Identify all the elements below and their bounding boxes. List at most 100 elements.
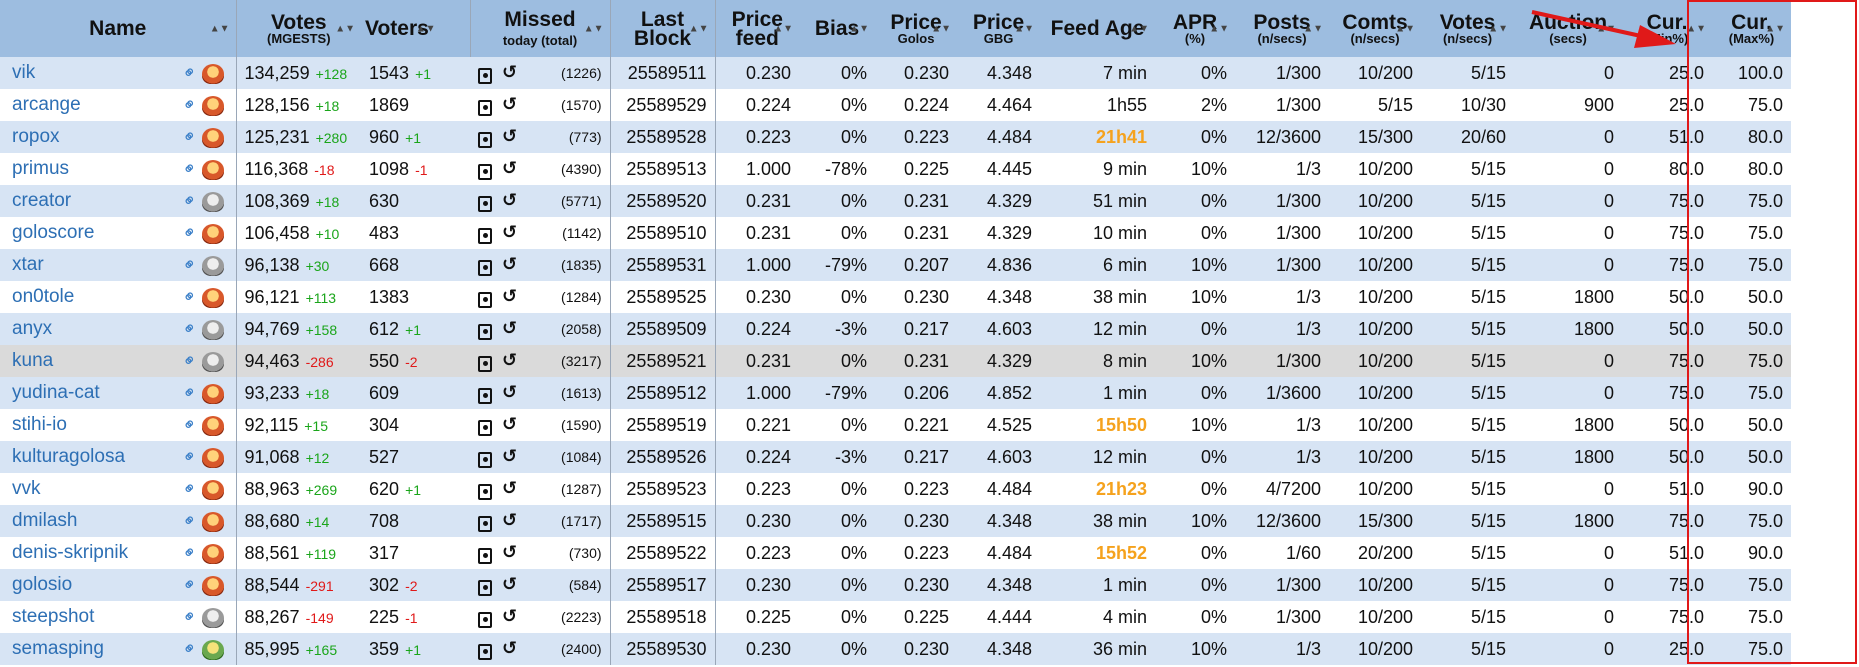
history-icon[interactable]: ↺	[502, 382, 517, 403]
history-icon[interactable]: ↺	[502, 350, 517, 371]
witness-name-link[interactable]: dmilash	[0, 505, 171, 537]
col-name[interactable]: Name ▲▼	[0, 0, 236, 57]
col-posts[interactable]: Posts (n/secs) ▲▼	[1235, 0, 1329, 57]
history-icon[interactable]: ↺	[502, 286, 517, 307]
link-icon[interactable]: ⚭	[178, 349, 202, 373]
sort-icon[interactable]: ▲▼	[1686, 24, 1706, 34]
link-icon[interactable]: ⚭	[178, 445, 202, 469]
witness-name-link[interactable]: xtar	[0, 249, 171, 281]
sort-icon[interactable]: ▲▼	[416, 24, 436, 34]
witness-name-link[interactable]: stihi-io	[0, 409, 171, 441]
col-feed-age[interactable]: Feed Age ▲▼	[1040, 0, 1155, 57]
col-voters[interactable]: Voters ▲▼	[361, 0, 470, 57]
col-last-block[interactable]: Last Block ▲▼	[609, 0, 716, 57]
voters-list-icon[interactable]	[478, 68, 493, 84]
sort-icon[interactable]: ▲▼	[210, 24, 230, 34]
col-votes[interactable]: Votes (MGESTS) ▲▼	[235, 0, 362, 57]
sort-icon[interactable]: ▲▼	[1596, 24, 1616, 34]
sort-icon[interactable]: ▲▼	[335, 24, 355, 34]
witness-name-link[interactable]: on0tole	[0, 281, 171, 313]
history-icon[interactable]: ↺	[502, 574, 517, 595]
col-comts[interactable]: Comts (n/secs) ▲▼	[1329, 0, 1421, 57]
sort-icon[interactable]: ▲▼	[1395, 24, 1415, 34]
col-bias[interactable]: Bias ▲▼	[799, 0, 875, 57]
sort-icon[interactable]: ▲▼	[773, 24, 793, 34]
history-icon[interactable]: ↺	[502, 62, 517, 83]
sort-icon[interactable]: ▲▼	[1303, 24, 1323, 34]
link-icon[interactable]: ⚭	[178, 541, 202, 565]
witness-name-link[interactable]: arcange	[0, 89, 171, 121]
witness-name-link[interactable]: yudina-cat	[0, 377, 171, 409]
history-icon[interactable]: ↺	[502, 318, 517, 339]
voters-list-icon[interactable]	[478, 484, 493, 500]
voters-list-icon[interactable]	[478, 132, 493, 148]
voters-list-icon[interactable]	[478, 516, 493, 532]
voters-list-icon[interactable]	[478, 452, 493, 468]
voters-list-icon[interactable]	[478, 228, 493, 244]
history-icon[interactable]: ↺	[502, 94, 517, 115]
link-icon[interactable]: ⚭	[178, 381, 202, 405]
witness-name-link[interactable]: kuna	[0, 345, 171, 377]
sort-icon[interactable]: ▲▼	[1765, 24, 1785, 34]
voters-list-icon[interactable]	[478, 100, 493, 116]
history-icon[interactable]: ↺	[502, 446, 517, 467]
col-cur-min[interactable]: Cur. (Min%) ▲▼	[1622, 0, 1712, 57]
link-icon[interactable]: ⚭	[178, 413, 202, 437]
sort-icon[interactable]: ▲▼	[1129, 24, 1149, 34]
witness-name-link[interactable]: primus	[0, 153, 171, 185]
history-icon[interactable]: ↺	[502, 414, 517, 435]
history-icon[interactable]: ↺	[502, 510, 517, 531]
witness-name-link[interactable]: kulturagolosa	[0, 441, 171, 473]
link-icon[interactable]: ⚭	[178, 573, 202, 597]
history-icon[interactable]: ↺	[502, 638, 517, 659]
voters-list-icon[interactable]	[478, 612, 493, 628]
link-icon[interactable]: ⚭	[178, 253, 202, 277]
col-price-feed[interactable]: Price feed ▲▼	[714, 0, 800, 57]
voters-list-icon[interactable]	[478, 324, 493, 340]
link-icon[interactable]: ⚭	[178, 221, 202, 245]
sort-icon[interactable]: ▲▼	[584, 24, 604, 34]
col-auction[interactable]: Auction (secs) ▲▼	[1514, 0, 1622, 57]
voters-list-icon[interactable]	[478, 356, 493, 372]
witness-name-link[interactable]: vik	[0, 57, 171, 89]
link-icon[interactable]: ⚭	[178, 317, 202, 341]
history-icon[interactable]: ↺	[502, 478, 517, 499]
col-votes-rate[interactable]: Votes (n/secs) ▲▼	[1421, 0, 1514, 57]
link-icon[interactable]: ⚭	[178, 125, 202, 149]
history-icon[interactable]: ↺	[502, 222, 517, 243]
link-icon[interactable]: ⚭	[178, 605, 202, 629]
link-icon[interactable]: ⚭	[178, 93, 202, 117]
voters-list-icon[interactable]	[478, 548, 493, 564]
witness-name-link[interactable]: anyx	[0, 313, 171, 345]
link-icon[interactable]: ⚭	[178, 637, 202, 661]
sort-icon[interactable]: ▲▼	[931, 24, 951, 34]
history-icon[interactable]: ↺	[502, 542, 517, 563]
witness-name-link[interactable]: creator	[0, 185, 171, 217]
history-icon[interactable]: ↺	[502, 126, 517, 147]
sort-icon[interactable]: ▲▼	[689, 24, 709, 34]
col-apr[interactable]: APR (%) ▲▼	[1155, 0, 1235, 57]
voters-list-icon[interactable]	[478, 644, 493, 660]
voters-list-icon[interactable]	[478, 420, 493, 436]
history-icon[interactable]: ↺	[502, 606, 517, 627]
link-icon[interactable]: ⚭	[178, 477, 202, 501]
witness-name-link[interactable]: semasping	[0, 633, 171, 665]
voters-list-icon[interactable]	[478, 196, 493, 212]
history-icon[interactable]: ↺	[502, 190, 517, 211]
history-icon[interactable]: ↺	[502, 158, 517, 179]
link-icon[interactable]: ⚭	[178, 285, 202, 309]
history-icon[interactable]: ↺	[502, 254, 517, 275]
sort-icon[interactable]: ▲▼	[849, 24, 869, 34]
col-missed[interactable]: Missed today (total) ▲▼	[469, 0, 611, 57]
witness-name-link[interactable]: goloscore	[0, 217, 171, 249]
voters-list-icon[interactable]	[478, 292, 493, 308]
voters-list-icon[interactable]	[478, 580, 493, 596]
witness-name-link[interactable]: denis-skripnik	[0, 537, 171, 569]
sort-icon[interactable]: ▲▼	[1014, 24, 1034, 34]
link-icon[interactable]: ⚭	[178, 157, 202, 181]
voters-list-icon[interactable]	[478, 164, 493, 180]
voters-list-icon[interactable]	[478, 388, 493, 404]
col-cur-max[interactable]: Cur. (Max%) ▲▼	[1712, 0, 1791, 57]
link-icon[interactable]: ⚭	[178, 509, 202, 533]
link-icon[interactable]: ⚭	[178, 189, 202, 213]
